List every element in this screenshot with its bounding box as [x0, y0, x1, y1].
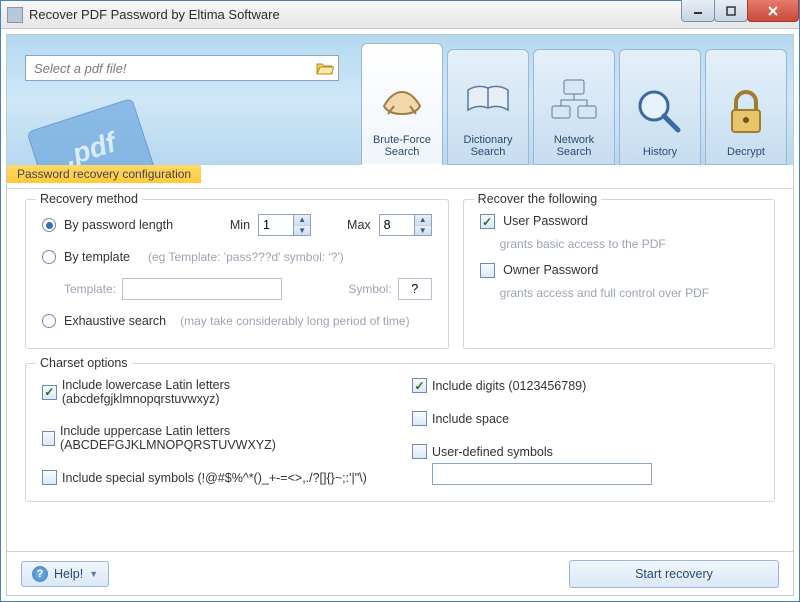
- tab-network[interactable]: Network Search: [533, 49, 615, 165]
- tab-brute-force[interactable]: Brute-Force Search: [361, 43, 443, 165]
- lock-icon: [718, 84, 774, 140]
- lowercase-label: Include lowercase Latin letters (abcdefg…: [62, 378, 388, 406]
- check-special[interactable]: [42, 470, 57, 485]
- titlebar: Recover PDF Password by Eltima Software: [1, 1, 799, 29]
- template-input[interactable]: [122, 278, 282, 300]
- tab-label: History: [643, 146, 677, 158]
- symbol-label: Symbol:: [348, 282, 391, 296]
- radio-by-length[interactable]: [42, 218, 56, 232]
- help-label: Help!: [54, 567, 83, 581]
- file-select-input[interactable]: Select a pdf file!: [25, 55, 339, 81]
- symbol-input[interactable]: [398, 278, 432, 300]
- pdf-decor-icon: .pdf: [7, 95, 207, 165]
- handshake-icon: [374, 72, 430, 128]
- radio-exhaustive[interactable]: [42, 314, 56, 328]
- by-length-label: By password length: [64, 218, 173, 232]
- tabs: Brute-Force Search Dictionary Search Net…: [361, 35, 793, 165]
- charset-group: Charset options Include lowercase Latin …: [25, 363, 775, 502]
- min-spinner[interactable]: ▲▼: [258, 214, 311, 236]
- config-body: Recovery method By password length Min ▲…: [7, 189, 793, 551]
- minimize-button[interactable]: [681, 0, 715, 22]
- min-label: Min: [230, 218, 250, 232]
- file-select-area: Select a pdf file! .pdf: [7, 35, 357, 165]
- tab-dictionary[interactable]: Dictionary Search: [447, 49, 529, 165]
- network-icon: [546, 72, 602, 128]
- client-area: Select a pdf file! .pdf Brute-Force Sear…: [6, 34, 794, 596]
- tab-history[interactable]: History: [619, 49, 701, 165]
- maximize-icon: [725, 6, 737, 16]
- bottom-bar: ? Help! ▼ Start recovery: [7, 551, 793, 595]
- window-controls: [682, 0, 799, 22]
- by-template-label: By template: [64, 250, 130, 264]
- config-header-label: Password recovery configuration: [7, 165, 201, 183]
- max-label: Max: [347, 218, 371, 232]
- recovery-method-group: Recovery method By password length Min ▲…: [25, 199, 449, 349]
- space-label: Include space: [432, 412, 509, 426]
- uppercase-label: Include uppercase Latin letters (ABCDEFG…: [60, 424, 388, 452]
- tab-label: Dictionary Search: [464, 134, 513, 158]
- config-header: Password recovery configuration: [7, 165, 793, 189]
- file-select-placeholder: Select a pdf file!: [34, 61, 127, 76]
- user-password-hint: grants basic access to the PDF: [500, 237, 758, 251]
- tab-label: Network Search: [554, 134, 594, 158]
- exhaustive-hint: (may take considerably long period of ti…: [180, 314, 409, 328]
- spinner-up-icon[interactable]: ▲: [294, 215, 310, 226]
- app-window: Recover PDF Password by Eltima Software …: [0, 0, 800, 602]
- recovery-method-legend: Recovery method: [36, 192, 142, 206]
- tab-label: Decrypt: [727, 146, 765, 158]
- app-icon: [7, 7, 23, 23]
- tab-decrypt[interactable]: Decrypt: [705, 49, 787, 165]
- owner-password-hint: grants access and full control over PDF: [500, 286, 758, 300]
- dropdown-icon: ▼: [89, 569, 98, 579]
- check-lowercase[interactable]: [42, 385, 57, 400]
- user-password-label: User Password: [503, 214, 588, 228]
- window-title: Recover PDF Password by Eltima Software: [29, 7, 280, 22]
- spinner-up-icon[interactable]: ▲: [415, 215, 431, 226]
- check-owner-password[interactable]: [480, 263, 495, 278]
- special-label: Include special symbols (!@#$%^*()_+-=<>…: [62, 471, 367, 485]
- max-input[interactable]: [380, 215, 414, 235]
- radio-by-template[interactable]: [42, 250, 56, 264]
- open-folder-icon[interactable]: [316, 60, 334, 76]
- user-defined-label: User-defined symbols: [432, 445, 553, 459]
- charset-legend: Charset options: [36, 356, 132, 370]
- spinner-down-icon[interactable]: ▼: [294, 226, 310, 236]
- close-icon: [767, 6, 779, 16]
- template-label: Template:: [64, 282, 116, 296]
- check-uppercase[interactable]: [42, 431, 55, 446]
- book-icon: [460, 72, 516, 128]
- recover-following-legend: Recover the following: [474, 192, 602, 206]
- check-user-defined[interactable]: [412, 444, 427, 459]
- check-space[interactable]: [412, 411, 427, 426]
- digits-label: Include digits (0123456789): [432, 379, 586, 393]
- help-icon: ?: [32, 566, 48, 582]
- tab-label: Brute-Force Search: [373, 134, 431, 158]
- by-template-hint: (eg Template: 'pass???d' symbol: '?'): [148, 250, 344, 264]
- recover-following-group: Recover the following User Password gran…: [463, 199, 775, 349]
- minimize-icon: [692, 6, 704, 16]
- max-spinner[interactable]: ▲▼: [379, 214, 432, 236]
- close-button[interactable]: [747, 0, 799, 22]
- min-input[interactable]: [259, 215, 293, 235]
- help-button[interactable]: ? Help! ▼: [21, 561, 109, 587]
- check-digits[interactable]: [412, 378, 427, 393]
- check-user-password[interactable]: [480, 214, 495, 229]
- user-defined-input[interactable]: [432, 463, 652, 485]
- exhaustive-label: Exhaustive search: [64, 314, 166, 328]
- maximize-button[interactable]: [714, 0, 748, 22]
- magnifier-icon: [632, 84, 688, 140]
- start-recovery-button[interactable]: Start recovery: [569, 560, 779, 588]
- top-zone: Select a pdf file! .pdf Brute-Force Sear…: [7, 35, 793, 165]
- spinner-down-icon[interactable]: ▼: [415, 226, 431, 236]
- owner-password-label: Owner Password: [503, 263, 598, 277]
